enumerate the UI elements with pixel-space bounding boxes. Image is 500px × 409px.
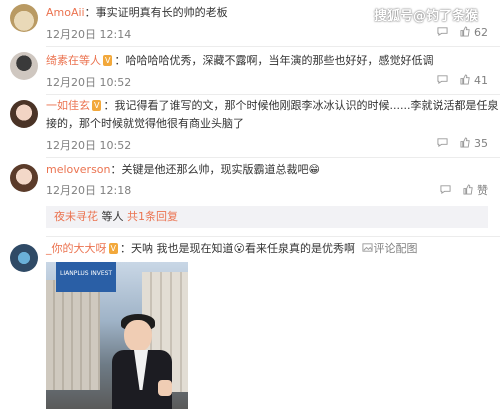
comment-actions: 41 bbox=[429, 74, 488, 87]
comment-actions: 35 bbox=[429, 137, 488, 150]
photo-banner bbox=[56, 262, 116, 292]
comment-text: ：我记得看了谁写的文，那个时候他刚跟李冰冰认识的时候......李就说活都是任泉 bbox=[103, 99, 499, 112]
comment-time: 12月20日 12:14 bbox=[46, 28, 132, 41]
emoji-grin-icon: 😁 bbox=[308, 163, 320, 176]
watermark: 搜狐号@钓了条猴 bbox=[374, 9, 479, 24]
like-count: 62 bbox=[474, 26, 488, 39]
avatar[interactable] bbox=[10, 100, 38, 128]
reply-button[interactable] bbox=[437, 137, 448, 150]
comment-text: ：哈哈哈哈优秀，深藏不露啊，当年演的那些也好好，感觉好低调 bbox=[114, 54, 434, 67]
like-button[interactable]: 62 bbox=[459, 26, 488, 39]
like-button[interactable]: 赞 bbox=[462, 184, 488, 197]
comment-icon bbox=[437, 27, 448, 37]
thumbs-up-icon bbox=[459, 26, 470, 37]
reply-summary[interactable]: 夜未寻花 等人 共1条回复 bbox=[46, 206, 488, 228]
thumbs-up-icon bbox=[459, 137, 470, 148]
vip-badge: V bbox=[108, 243, 118, 254]
comment-text-continued: 接的，那个时候就觉得他很有商业头脑了 bbox=[46, 117, 244, 130]
divider bbox=[46, 157, 500, 158]
reply-button[interactable] bbox=[437, 26, 448, 39]
comment-username[interactable]: meloverson bbox=[46, 163, 111, 176]
like-button[interactable]: 41 bbox=[459, 74, 488, 87]
emoji-surprised-icon: 😮 bbox=[233, 242, 245, 255]
reply-button[interactable] bbox=[437, 74, 448, 87]
comment-time: 12月20日 12:18 bbox=[46, 184, 132, 197]
comment-actions: 赞 bbox=[432, 182, 488, 198]
like-label: 赞 bbox=[477, 184, 488, 197]
divider bbox=[46, 94, 500, 95]
reply-text: 等人 bbox=[98, 210, 127, 223]
comment-text: ：天呐 我也是现在知道 bbox=[119, 242, 234, 255]
picture-icon bbox=[362, 243, 373, 252]
comment-username[interactable]: 绮素在等人 bbox=[46, 54, 101, 67]
reply-button[interactable] bbox=[440, 184, 451, 197]
comment-icon bbox=[437, 138, 448, 148]
thumbs-up-hand bbox=[158, 380, 172, 396]
like-count: 35 bbox=[474, 137, 488, 150]
comment-text-after: 看来任泉真的是优秀啊 bbox=[244, 242, 355, 255]
divider bbox=[46, 236, 500, 237]
avatar[interactable] bbox=[10, 244, 38, 272]
thumbs-up-icon bbox=[462, 184, 473, 195]
comment-text: ：事实证明真有长的帅的老板 bbox=[84, 6, 228, 19]
avatar[interactable] bbox=[10, 52, 38, 80]
divider bbox=[46, 46, 500, 47]
comment-picture-label: 评论配图 bbox=[373, 242, 418, 255]
avatar[interactable] bbox=[10, 164, 38, 192]
like-button[interactable]: 35 bbox=[459, 137, 488, 150]
comment-actions: 62 bbox=[429, 26, 488, 39]
vip-badge: V bbox=[92, 100, 102, 111]
thumbs-up-icon bbox=[459, 74, 470, 85]
comment-photo[interactable]: LIANPLUS INVEST bbox=[46, 262, 188, 409]
like-count: 41 bbox=[474, 74, 488, 87]
reply-username[interactable]: 夜未寻花 bbox=[54, 210, 98, 223]
comment-text: ：关键是他还那么帅，现实版霸道总裁吧 bbox=[110, 163, 309, 176]
comment-username[interactable]: _你的大大呀 bbox=[46, 242, 107, 255]
comment-username[interactable]: AmoAii bbox=[46, 6, 85, 19]
comment-picture-link[interactable]: 评论配图 bbox=[362, 242, 417, 255]
vip-badge: V bbox=[103, 55, 113, 66]
avatar[interactable] bbox=[10, 4, 38, 32]
comment-time: 12月20日 10:52 bbox=[46, 139, 132, 152]
photo-banner-text: LIANPLUS INVEST bbox=[60, 270, 113, 277]
comment-icon bbox=[440, 185, 451, 195]
comment-icon bbox=[437, 75, 448, 85]
view-replies-link[interactable]: 共1条回复 bbox=[127, 210, 178, 223]
comment-time: 12月20日 10:52 bbox=[46, 76, 132, 89]
comment-username[interactable]: 一如佳玄 bbox=[46, 99, 90, 112]
